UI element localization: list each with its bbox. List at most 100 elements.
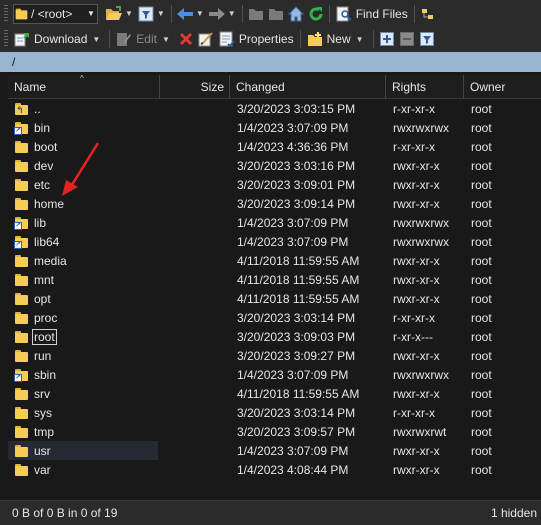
filter-icon[interactable] xyxy=(417,29,437,49)
download-button[interactable]: Download ▼ xyxy=(11,28,106,50)
toolbar-grip[interactable] xyxy=(4,30,8,48)
file-row[interactable]: proc 3/20/2023 3:03:14 PM r-xr-xr-x root xyxy=(8,308,541,327)
file-name-cell[interactable]: var xyxy=(8,463,160,477)
file-name-cell[interactable]: srv xyxy=(8,387,160,401)
column-header-rights[interactable]: Rights xyxy=(386,75,464,99)
separator xyxy=(241,4,243,23)
chevron-down-icon[interactable]: ▼ xyxy=(356,35,364,44)
column-header-name[interactable]: ^ Name xyxy=(8,74,160,99)
file-rights-cell: rwxr-xr-x xyxy=(393,253,440,268)
file-row[interactable]: dev 3/20/2023 3:03:16 PM rwxr-xr-x root xyxy=(8,156,541,175)
chevron-down-icon[interactable]: ▼ xyxy=(125,9,133,18)
file-row[interactable]: tmp 3/20/2023 3:09:57 PM rwxrwxrwt root xyxy=(8,422,541,441)
file-name: tmp xyxy=(34,424,55,439)
filter-icon[interactable] xyxy=(136,4,156,24)
file-row[interactable]: ↗ sbin 1/4/2023 3:07:09 PM rwxrwxrwx root xyxy=(8,365,541,384)
file-changed-cell: 1/4/2023 3:07:09 PM xyxy=(237,234,349,249)
path-combo[interactable]: / <root> ▼ xyxy=(13,3,98,24)
file-row[interactable]: boot 1/4/2023 4:36:36 PM r-xr-xr-x root xyxy=(8,137,541,156)
file-row[interactable]: srv 4/11/2018 11:59:55 AM rwxr-xr-x root xyxy=(8,384,541,403)
file-row[interactable]: ↗ bin 1/4/2023 3:07:09 PM rwxrwxrwx root xyxy=(8,118,541,137)
file-row[interactable]: run 3/20/2023 3:09:27 PM rwxr-xr-x root xyxy=(8,346,541,365)
file-name-cell[interactable]: dev xyxy=(8,159,160,173)
properties-button[interactable]: Properties xyxy=(216,28,297,50)
select-plus-icon[interactable] xyxy=(377,29,397,49)
file-name-cell[interactable]: proc xyxy=(8,311,160,325)
file-name: dev xyxy=(34,158,54,173)
file-name-cell[interactable]: mnt xyxy=(8,273,160,287)
file-name-cell[interactable]: sys xyxy=(8,406,160,420)
column-header-owner[interactable]: Owner xyxy=(464,75,541,99)
file-name-cell[interactable]: etc xyxy=(8,178,160,192)
back-arrow-icon[interactable] xyxy=(175,4,195,24)
file-row[interactable]: root 3/20/2023 3:09:03 PM r-xr-x--- root xyxy=(8,327,541,346)
toolbar-grip[interactable] xyxy=(4,4,8,23)
file-name-cell[interactable]: ↗ lib xyxy=(8,216,160,230)
home-icon[interactable] xyxy=(286,4,306,24)
file-name-cell[interactable]: tmp xyxy=(8,425,160,439)
file-changed-cell: 1/4/2023 3:07:09 PM xyxy=(237,120,349,135)
file-row[interactable]: ↗ lib 1/4/2023 3:07:09 PM rwxrwxrwx root xyxy=(8,213,541,232)
status-hidden-count[interactable]: 1 hidden xyxy=(491,506,537,520)
file-name: lib64 xyxy=(34,234,60,249)
file-row[interactable]: ↗ lib64 1/4/2023 3:07:09 PM rwxrwxrwx root xyxy=(8,232,541,251)
file-row[interactable]: opt 4/11/2018 11:59:55 AM rwxr-xr-x root xyxy=(8,289,541,308)
file-rights-cell: rwxr-xr-x xyxy=(393,348,440,363)
file-row[interactable]: home 3/20/2023 3:09:14 PM rwxr-xr-x root xyxy=(8,194,541,213)
edit-label: Edit xyxy=(136,32,157,46)
new-button[interactable]: New ▼ xyxy=(304,28,370,50)
file-owner-cell: root xyxy=(471,215,492,230)
file-row[interactable]: sys 3/20/2023 3:03:14 PM r-xr-xr-x root xyxy=(8,403,541,422)
sort-ascending-icon: ^ xyxy=(80,74,84,83)
file-rights-cell: rwxr-xr-x xyxy=(393,386,440,401)
file-name-cell[interactable]: ↗ lib64 xyxy=(8,235,160,249)
separator xyxy=(413,4,415,23)
edit-button[interactable]: Edit ▼ xyxy=(113,28,176,50)
find-files-button[interactable]: Find Files xyxy=(333,3,411,25)
file-name-cell[interactable]: ↰.. xyxy=(8,102,160,116)
folder-icon xyxy=(15,140,28,153)
file-name-cell[interactable]: home xyxy=(8,197,160,211)
file-name-cell[interactable]: run xyxy=(8,349,160,363)
file-row[interactable]: ↰.. 3/20/2023 3:03:15 PM r-xr-xr-x root xyxy=(8,99,541,118)
file-owner-cell: root xyxy=(471,101,492,116)
status-selection-summary: 0 B of 0 B in 0 of 19 xyxy=(12,506,118,520)
file-row[interactable]: var 1/4/2023 4:08:44 PM rwxr-xr-x root xyxy=(8,460,541,479)
chevron-down-icon[interactable]: ▼ xyxy=(162,35,170,44)
chevron-down-icon[interactable]: ▼ xyxy=(85,9,97,18)
chevron-down-icon[interactable]: ▼ xyxy=(92,35,100,44)
delete-icon[interactable] xyxy=(176,29,196,49)
file-name-cell[interactable]: root xyxy=(8,328,160,345)
file-row[interactable]: mnt 4/11/2018 11:59:55 AM rwxr-xr-x root xyxy=(8,270,541,289)
file-row[interactable]: media 4/11/2018 11:59:55 AM rwxr-xr-x root xyxy=(8,251,541,270)
rename-icon[interactable] xyxy=(196,29,216,49)
column-header-size[interactable]: Size xyxy=(160,75,230,99)
file-rights-cell: r-xr-xr-x xyxy=(393,310,435,325)
file-name-cell[interactable]: media xyxy=(8,254,160,268)
file-row[interactable]: etc 3/20/2023 3:09:01 PM rwxr-xr-x root xyxy=(8,175,541,194)
folder-icon xyxy=(15,425,28,438)
file-row[interactable]: usr 1/4/2023 3:07:09 PM rwxr-xr-x root xyxy=(8,441,541,460)
refresh-icon[interactable] xyxy=(306,4,326,24)
forward-arrow-icon[interactable] xyxy=(207,4,227,24)
tree-view-icon[interactable] xyxy=(418,4,438,24)
parent-dir-icon[interactable] xyxy=(246,4,266,24)
file-rights-cell: rwxr-xr-x xyxy=(393,272,440,287)
file-name-cell[interactable]: usr xyxy=(8,444,160,458)
file-owner-cell: root xyxy=(471,177,492,192)
chevron-down-icon[interactable]: ▼ xyxy=(228,9,236,18)
root-dir-icon[interactable] xyxy=(266,4,286,24)
column-header-changed[interactable]: Changed xyxy=(230,75,386,99)
chevron-down-icon[interactable]: ▼ xyxy=(196,9,204,18)
chevron-down-icon[interactable]: ▼ xyxy=(157,9,165,18)
file-name-cell[interactable]: ↗ bin xyxy=(8,121,160,135)
file-owner-cell: root xyxy=(471,120,492,135)
new-label: New xyxy=(326,32,351,46)
file-name-cell[interactable]: ↗ sbin xyxy=(8,368,160,382)
folder-open-icon[interactable] xyxy=(104,4,124,24)
select-minus-icon[interactable] xyxy=(397,29,417,49)
folder-icon xyxy=(14,4,28,24)
current-path-bar[interactable]: / xyxy=(0,52,541,72)
file-name-cell[interactable]: boot xyxy=(8,140,160,154)
file-name-cell[interactable]: opt xyxy=(8,292,160,306)
